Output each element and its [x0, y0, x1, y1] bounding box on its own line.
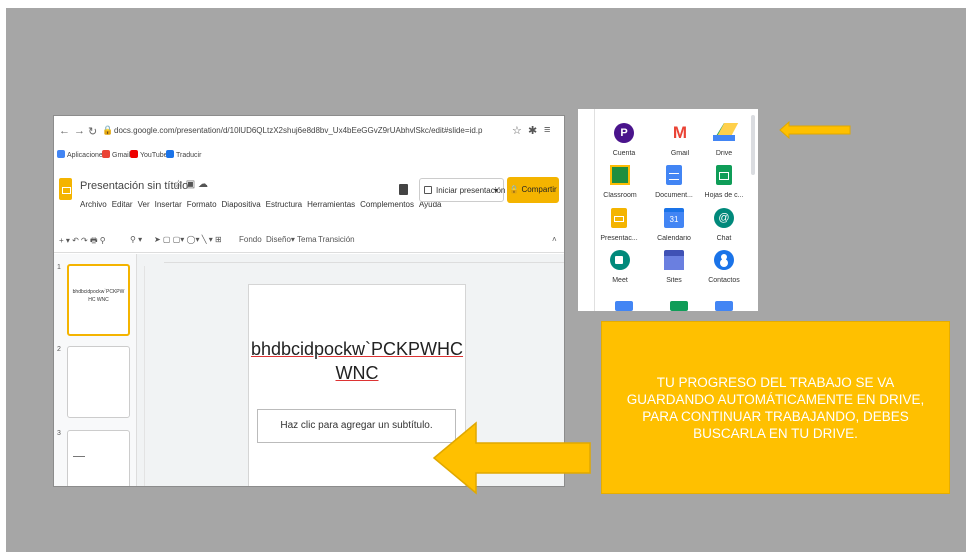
slide-number: 1 [57, 264, 61, 271]
menu-estructura[interactable]: Estructura [266, 200, 302, 209]
star-icon[interactable]: ☆ [512, 124, 522, 137]
more-app-icon[interactable] [670, 301, 688, 311]
calendar-icon: 31 [664, 208, 684, 228]
zoom-icon[interactable]: ⚲ ▾ [130, 235, 142, 244]
menu-ver[interactable]: Ver [138, 200, 150, 209]
menu-icon[interactable]: ≡ [544, 124, 550, 136]
menu-bar: Archivo Editar Ver Insertar Formato Diapositi… [80, 200, 447, 209]
slide-thumbnail-3[interactable] [67, 430, 130, 486]
sheets-icon [716, 165, 732, 185]
menu-complementos[interactable]: Complementos [360, 200, 414, 209]
arrow-left-icon [432, 421, 591, 495]
bookmark-apps[interactable]: Aplicaciones [57, 150, 106, 159]
google-apps-panel: P Cuenta M Gmail Drive Classroom Documen… [578, 109, 758, 311]
bookmarks-bar: Aplicaciones Gmail YouTube Traducir [54, 146, 564, 164]
toolbar-diseno[interactable]: Diseño▾ [266, 235, 295, 244]
apps-grid-icon [57, 150, 65, 158]
bookmark-youtube[interactable]: YouTube [130, 150, 168, 159]
bookmark-gmail[interactable]: Gmail [102, 150, 130, 159]
more-app-icon[interactable] [715, 301, 733, 311]
lock-icon: 🔒 [509, 185, 520, 194]
info-text: TU PROGRESO DEL TRABAJO SE VA GUARDANDO … [626, 374, 925, 441]
forward-icon[interactable]: → [74, 125, 85, 137]
address-bar: ← → ↻ 🔒 docs.google.com/presentation/d/1… [54, 116, 564, 146]
subtitle-placeholder[interactable]: Haz clic para agregar un subtítulo. [257, 409, 456, 443]
extension-icon[interactable]: ✱ [528, 124, 537, 137]
present-button[interactable]: Iniciar presentación ▾ [419, 178, 505, 203]
reload-icon[interactable]: ↻ [88, 125, 97, 138]
contacts-icon [714, 250, 734, 270]
arrow-left-icon [779, 121, 851, 139]
chevron-down-icon[interactable]: ▾ [494, 179, 498, 203]
menu-archivo[interactable]: Archivo [80, 200, 107, 209]
lock-icon: 🔒 [102, 125, 114, 135]
bookmark-translate[interactable]: Traducir [166, 150, 201, 159]
doc-title[interactable]: Presentación sin título [80, 180, 188, 192]
slides-icon [611, 208, 627, 228]
gmail-icon [102, 150, 110, 158]
classroom-icon [610, 165, 630, 185]
url-text[interactable]: docs.google.com/presentation/d/10lUD6QLt… [114, 126, 482, 135]
menu-editar[interactable]: Editar [112, 200, 133, 209]
info-box: TU PROGRESO DEL TRABAJO SE VA GUARDANDO … [601, 321, 950, 494]
app-meet[interactable]: Meet [592, 246, 648, 296]
app-contactos[interactable]: Contactos [696, 246, 752, 296]
star-folder-cloud-icons[interactable]: ☆ ▣ ☁ [174, 179, 208, 190]
translate-icon [166, 150, 174, 158]
gmail-icon: M [672, 123, 688, 142]
docs-icon [666, 165, 682, 185]
account-icon: P [614, 123, 634, 143]
ruler-top [164, 256, 564, 263]
toolbar-tema[interactable]: Tema [297, 235, 317, 244]
menu-diapositiva[interactable]: Diapositiva [222, 200, 261, 209]
drive-icon [713, 123, 735, 141]
slide-thumbnail-1[interactable]: bhdbcidpockw`PCKPWHC WNC [67, 264, 130, 336]
toolbar-fondo[interactable]: Fondo [239, 235, 262, 244]
add-slide-icon[interactable]: + ▾ ↶ ↷ 🖶 ⚲ [59, 235, 106, 249]
slide-number: 2 [57, 346, 61, 353]
menu-insertar[interactable]: Insertar [155, 200, 182, 209]
thumbnail-text: bhdbcidpockw`PCKPWHC WNC [72, 289, 125, 303]
back-icon[interactable]: ← [59, 125, 70, 137]
more-app-icon[interactable] [615, 301, 633, 311]
doc-header: Presentación sin título ☆ ▣ ☁ Archivo Edi… [54, 166, 564, 226]
share-button[interactable]: 🔒 Compartir [507, 177, 559, 203]
slide-thumbnail-2[interactable] [67, 346, 130, 418]
menu-herramientas[interactable]: Herramientas [307, 200, 355, 209]
present-icon [424, 186, 432, 194]
chat-icon: @ [714, 208, 734, 228]
youtube-icon [130, 150, 138, 158]
slides-logo-icon[interactable] [59, 178, 72, 200]
comments-icon[interactable] [399, 184, 408, 195]
slide-filmstrip: 1 bhdbcidpockw`PCKPWHC WNC 2 3 [54, 254, 137, 486]
menu-formato[interactable]: Formato [187, 200, 217, 209]
select-tools-icon[interactable]: ➤ ▢ ▢▾ ◯▾ ╲ ▾ ⊞ [154, 235, 222, 244]
app-sites[interactable]: Sites [646, 246, 702, 296]
slide-title[interactable]: bhdbcidpockw`PCKPWHC WNC [249, 337, 465, 385]
toolbar-transicion[interactable]: Transición [318, 235, 355, 244]
meet-icon [610, 250, 630, 270]
toolbar: + ▾ ↶ ↷ 🖶 ⚲ ⚲ ▾ ➤ ▢ ▢▾ ◯▾ ╲ ▾ ⊞ Fondo Di… [54, 230, 564, 253]
slide-number: 3 [57, 430, 61, 437]
collapse-icon[interactable]: ˄ [552, 235, 557, 244]
sites-icon [664, 250, 684, 270]
ruler-left [138, 266, 145, 486]
